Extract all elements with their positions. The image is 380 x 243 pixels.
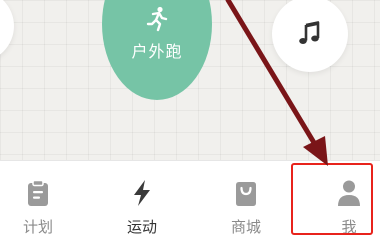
outdoor-run-label: 户外跑 bbox=[131, 42, 183, 61]
music-button[interactable] bbox=[272, 0, 348, 72]
lightning-icon bbox=[134, 180, 150, 206]
outdoor-run-button[interactable]: 户外跑 bbox=[102, 0, 212, 100]
person-icon bbox=[338, 180, 360, 206]
tab-mall[interactable]: 商城 bbox=[208, 161, 284, 243]
tab-me-label: 我 bbox=[341, 218, 357, 236]
tab-mall-label: 商城 bbox=[230, 218, 261, 236]
clipboard-icon bbox=[28, 179, 48, 206]
tab-plan[interactable]: 计划 bbox=[0, 161, 76, 243]
bottom-tab-bar: 计划 运动 商城 我 bbox=[0, 160, 380, 243]
tab-sport[interactable]: 运动 bbox=[104, 161, 180, 243]
map-background: 户外跑 bbox=[0, 0, 380, 160]
tab-me[interactable]: 我 bbox=[311, 161, 380, 243]
shopping-bag-icon bbox=[236, 182, 256, 206]
left-action-button[interactable] bbox=[0, 0, 14, 62]
running-person-icon bbox=[146, 6, 168, 32]
tab-sport-label: 运动 bbox=[126, 218, 157, 236]
music-note-icon bbox=[299, 21, 320, 44]
tab-plan-label: 计划 bbox=[22, 218, 53, 236]
